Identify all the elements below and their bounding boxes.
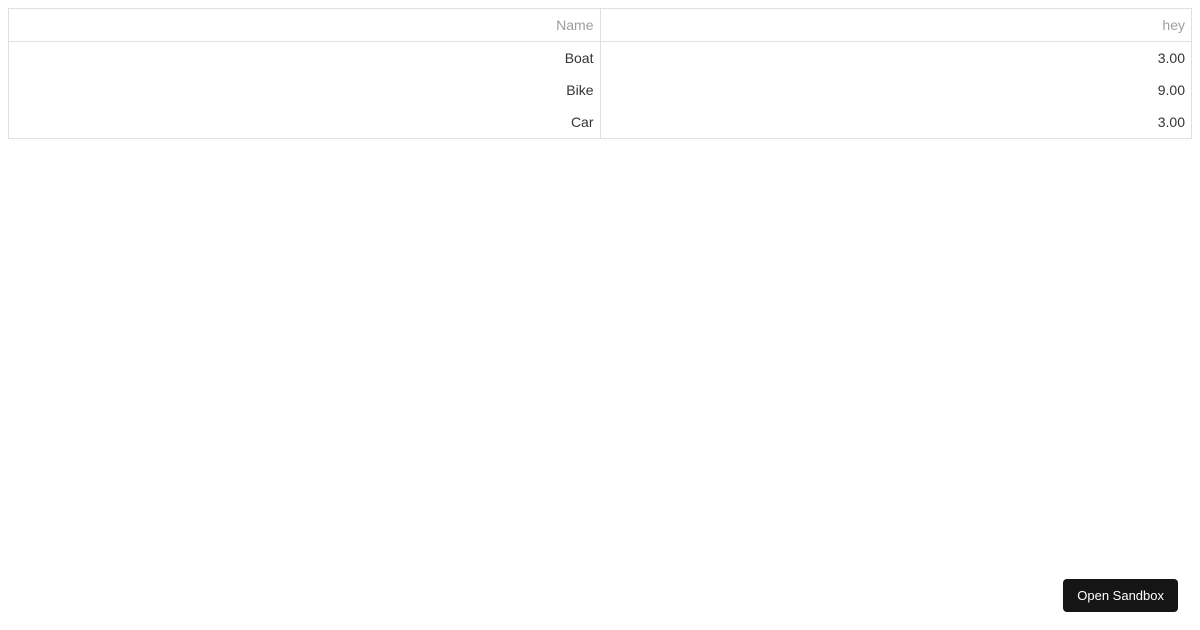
table-row: Boat 3.00 <box>9 42 1191 74</box>
cell-name: Boat <box>9 42 601 74</box>
column-header-hey[interactable]: hey <box>601 9 1192 41</box>
data-table: Name hey Boat 3.00 Bike 9.00 Car 3.00 <box>8 8 1192 139</box>
table-row: Car 3.00 <box>9 106 1191 138</box>
cell-value: 3.00 <box>601 42 1192 74</box>
table-header-row: Name hey <box>9 9 1191 42</box>
cell-name: Bike <box>9 74 601 106</box>
open-sandbox-button[interactable]: Open Sandbox <box>1063 579 1178 612</box>
cell-name: Car <box>9 106 601 138</box>
table-row: Bike 9.00 <box>9 74 1191 106</box>
cell-value: 3.00 <box>601 106 1192 138</box>
cell-value: 9.00 <box>601 74 1192 106</box>
column-header-name[interactable]: Name <box>9 9 601 41</box>
